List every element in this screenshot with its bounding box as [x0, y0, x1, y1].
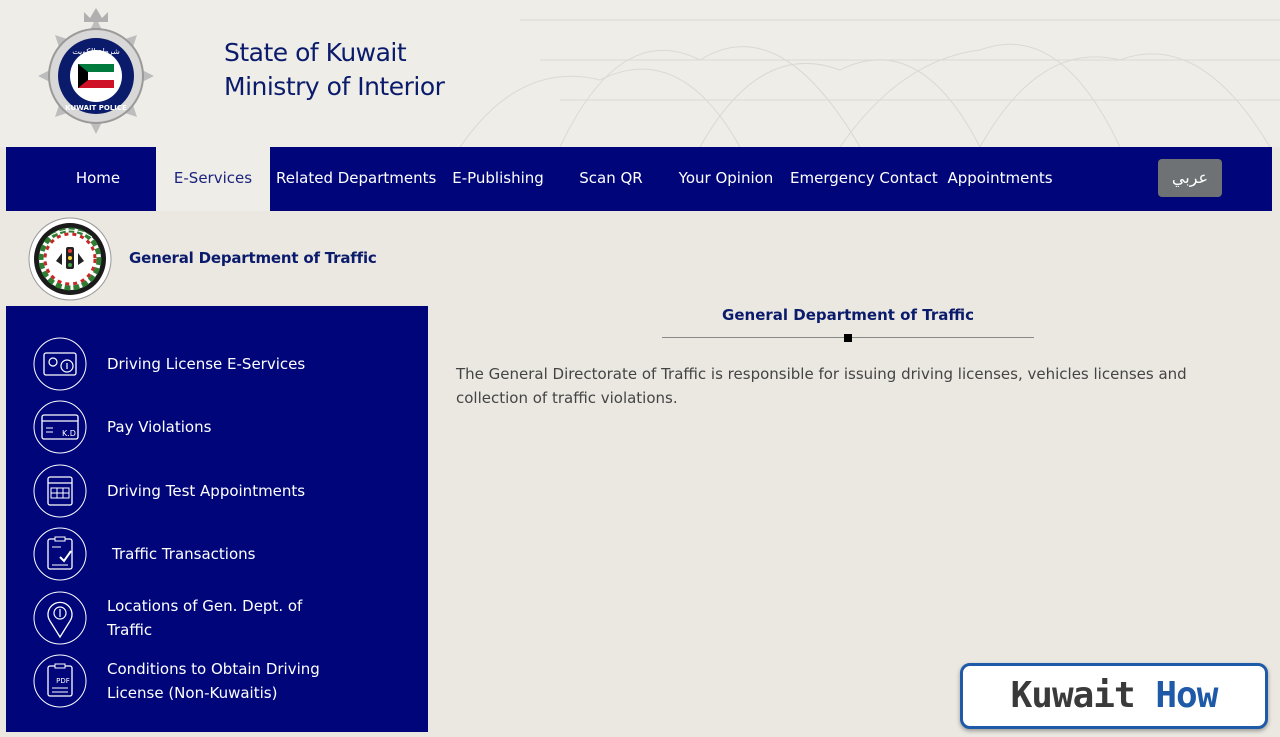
- header-background-pattern: [459, 19, 1280, 147]
- sidebar-item-label: Locations of Gen. Dept. of Traffic: [107, 597, 303, 639]
- sidebar-item-driving-test-appointments[interactable]: Driving Test Appointments: [6, 464, 428, 524]
- sidebar-item-locations[interactable]: Locations of Gen. Dept. of Traffic: [6, 591, 428, 657]
- ministry-subtitle: Ministry of Interior: [224, 72, 445, 101]
- driving-license-icon: [33, 337, 87, 391]
- site-header: شرطة الكويت KUWAIT POLICE State of Kuwai…: [0, 0, 1280, 147]
- sidebar-item-conditions-license[interactable]: PDF Conditions to Obtain Driving License…: [6, 654, 428, 720]
- sidebar-item-driving-license[interactable]: Driving License E-Services: [6, 337, 428, 397]
- divider-dot: [844, 334, 852, 342]
- ministry-title: State of Kuwait Ministry of Interior: [224, 36, 445, 104]
- watermark-word-2: How: [1155, 675, 1218, 716]
- svg-text:PDF: PDF: [56, 677, 70, 685]
- nav-scan-qr[interactable]: Scan QR: [566, 147, 656, 211]
- department-name: General Department of Traffic: [129, 249, 377, 267]
- department-description: The General Directorate of Traffic is re…: [456, 365, 1187, 407]
- kuwait-police-logo[interactable]: شرطة الكويت KUWAIT POLICE: [32, 4, 160, 140]
- sidebar-item-label: Pay Violations: [107, 418, 212, 436]
- nav-appointments[interactable]: Appointments: [946, 147, 1054, 211]
- svg-text:شرطة الكويت: شرطة الكويت: [72, 47, 120, 56]
- clipboard-check-icon: [33, 527, 87, 581]
- nav-related-departments[interactable]: Related Departments: [276, 147, 436, 211]
- main-navigation: Home E-Services Related Departments E-Pu…: [6, 147, 1272, 211]
- pdf-document-icon: PDF: [33, 654, 87, 708]
- sidebar-item-label: Traffic Transactions: [112, 545, 256, 563]
- traffic-department-logo[interactable]: [28, 217, 112, 301]
- location-pin-icon: [33, 591, 87, 645]
- nav-emergency-contact[interactable]: Emergency Contact: [790, 147, 938, 211]
- e-services-sidebar: Driving License E-Services K.D Pay Viola…: [6, 306, 428, 732]
- watermark-word-1: Kuwait: [1010, 675, 1136, 716]
- nav-e-publishing[interactable]: E-Publishing: [448, 147, 548, 211]
- content-title: General Department of Traffic: [722, 306, 974, 324]
- sidebar-item-label: Conditions to Obtain Driving License (No…: [107, 660, 320, 702]
- sidebar-item-traffic-transactions[interactable]: Traffic Transactions: [6, 527, 428, 587]
- nav-your-opinion[interactable]: Your Opinion: [674, 147, 778, 211]
- calendar-icon: [33, 464, 87, 518]
- state-title: State of Kuwait: [224, 38, 407, 67]
- sidebar-item-label: Driving Test Appointments: [107, 482, 306, 500]
- nav-home[interactable]: Home: [54, 147, 142, 211]
- kuwait-how-watermark: Kuwait How: [960, 663, 1268, 729]
- nav-e-services[interactable]: E-Services: [156, 147, 270, 211]
- sidebar-item-pay-violations[interactable]: K.D Pay Violations: [6, 400, 428, 460]
- payment-card-icon: K.D: [33, 400, 87, 454]
- department-header: General Department of Traffic: [6, 211, 1272, 306]
- svg-text:K.D: K.D: [62, 429, 76, 438]
- svg-text:KUWAIT POLICE: KUWAIT POLICE: [65, 104, 127, 112]
- sidebar-item-label: Driving License E-Services: [107, 355, 306, 373]
- language-toggle-button[interactable]: عربي: [1158, 159, 1222, 197]
